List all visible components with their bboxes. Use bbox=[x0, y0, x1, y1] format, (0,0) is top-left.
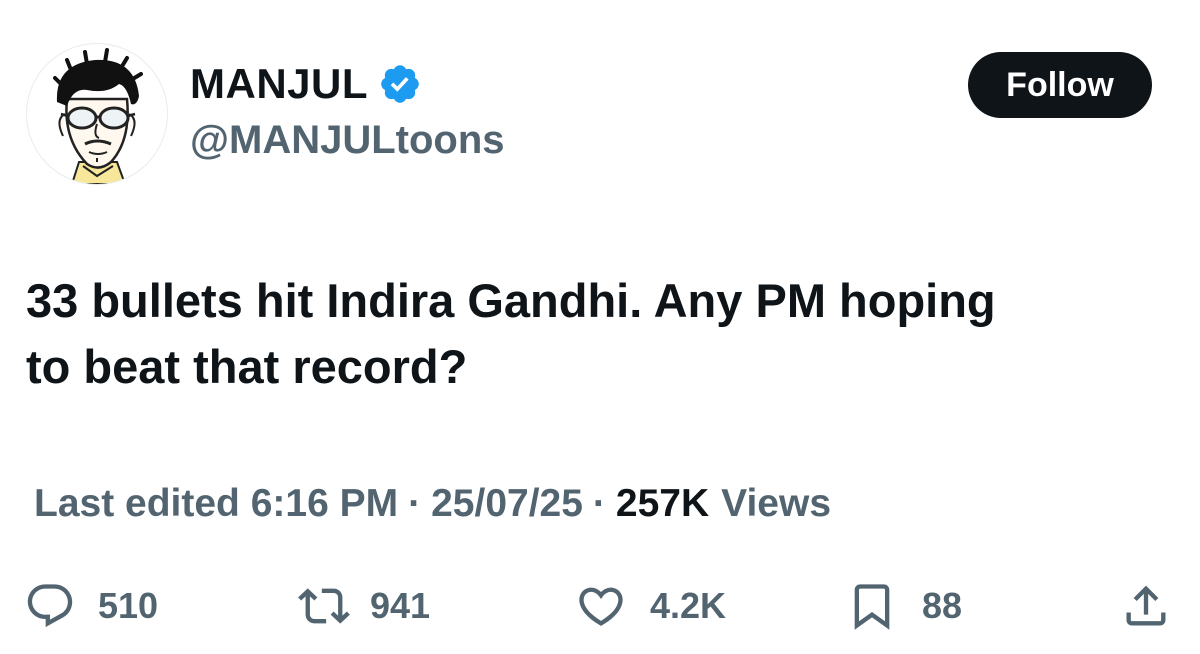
edited-timestamp[interactable]: Last edited 6:16 PM bbox=[34, 482, 398, 526]
reply-icon bbox=[27, 584, 73, 628]
author-name-row[interactable]: MANJUL bbox=[190, 58, 422, 110]
display-name[interactable]: MANJUL bbox=[190, 60, 368, 108]
repost-icon bbox=[298, 588, 350, 624]
author-handle[interactable]: @MANJULtoons bbox=[190, 118, 505, 163]
avatar-cartoon-icon bbox=[53, 48, 143, 184]
share-button[interactable] bbox=[1120, 580, 1172, 632]
heart-icon bbox=[579, 587, 623, 626]
tweet-meta: Last edited 6:16 PM · 25/07/25 · 257K Vi… bbox=[34, 478, 831, 530]
reply-button[interactable]: 510 bbox=[24, 580, 158, 632]
meta-separator: · bbox=[408, 482, 422, 525]
avatar[interactable] bbox=[26, 43, 168, 185]
like-count: 4.2K bbox=[650, 585, 727, 626]
meta-separator: · bbox=[592, 482, 606, 525]
repost-button[interactable]: 941 bbox=[296, 580, 430, 632]
repost-count: 941 bbox=[370, 585, 431, 626]
tweet-text: 33 bullets hit Indira Gandhi. Any PM hop… bbox=[26, 274, 996, 393]
like-button[interactable]: 4.2K bbox=[574, 580, 726, 632]
bookmark-count: 88 bbox=[922, 585, 963, 626]
follow-button[interactable]: Follow bbox=[968, 52, 1152, 118]
bookmark-button[interactable]: 88 bbox=[846, 580, 962, 632]
verified-badge-icon[interactable] bbox=[378, 62, 422, 106]
reply-count: 510 bbox=[98, 585, 159, 626]
tweet-date[interactable]: 25/07/25 bbox=[431, 482, 583, 526]
bookmark-icon bbox=[854, 584, 890, 630]
views-label: Views bbox=[721, 482, 832, 525]
share-icon bbox=[1126, 585, 1166, 626]
views-count: 257K bbox=[615, 482, 710, 525]
